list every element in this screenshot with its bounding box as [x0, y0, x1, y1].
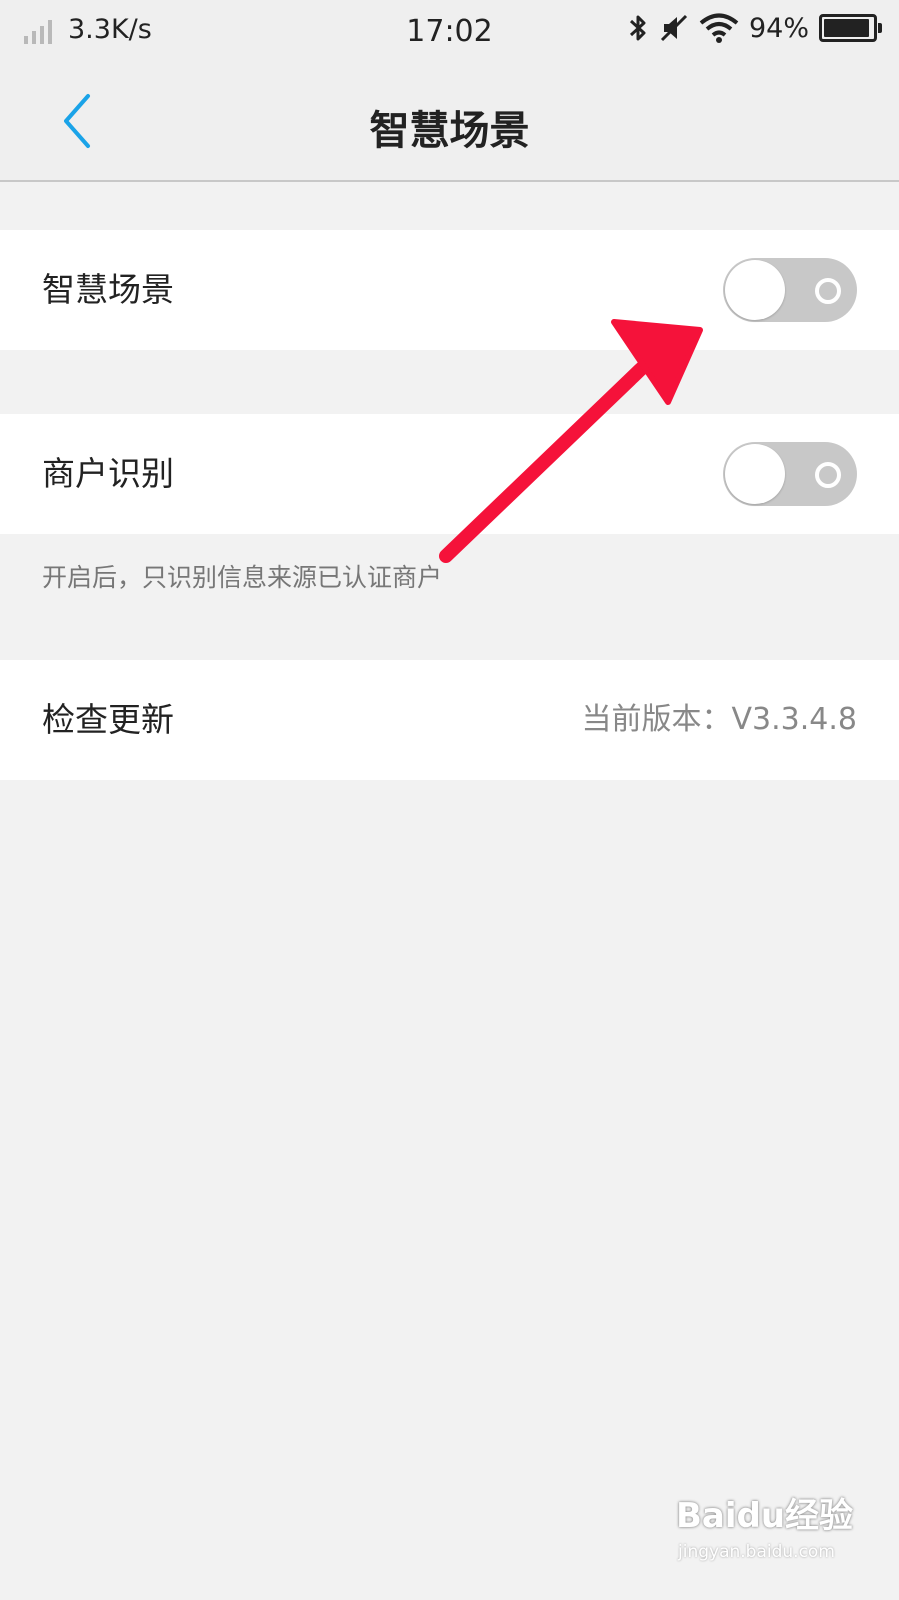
merchant-recognition-label: 商户识别 — [42, 454, 174, 493]
bluetooth-icon — [629, 15, 646, 41]
toggle-knob — [725, 260, 785, 320]
smart-scene-toggle[interactable] — [723, 258, 857, 322]
page-title: 智慧场景 — [369, 108, 530, 154]
baidu-watermark: Baidu经验 jingyan.baidu.com — [676, 1462, 876, 1582]
toggle-knob — [725, 444, 785, 504]
watermark-brand: Baidu经验 — [676, 1496, 854, 1536]
setting-row-smart-scene: 智慧场景 — [0, 230, 899, 350]
battery-icon — [819, 14, 882, 42]
merchant-recognition-toggle[interactable] — [723, 442, 857, 506]
mute-icon — [660, 14, 688, 42]
setting-row-merchant-recognition: 商户识别 — [0, 414, 899, 534]
battery-percent: 94% — [748, 12, 809, 44]
check-update-label: 检查更新 — [42, 700, 174, 739]
status-bar: 3.3K/s 17:02 94% — [0, 0, 899, 64]
wifi-icon — [699, 13, 739, 43]
merchant-recognition-hint: 开启后，只识别信息来源已认证商户 — [42, 563, 443, 592]
toggle-off-indicator-icon — [815, 462, 841, 488]
setting-row-check-update[interactable]: 检查更新 当前版本：V3.3.4.8 — [0, 660, 899, 780]
battery-fill — [824, 19, 869, 37]
nav-bar: 智慧场景 — [0, 64, 899, 182]
status-right: 94% — [627, 12, 882, 44]
toggle-off-indicator-icon — [815, 278, 841, 304]
watermark-url: jingyan.baidu.com — [678, 1542, 835, 1562]
current-version-text: 当前版本：V3.3.4.8 — [581, 702, 857, 737]
smart-scene-label: 智慧场景 — [42, 270, 174, 309]
